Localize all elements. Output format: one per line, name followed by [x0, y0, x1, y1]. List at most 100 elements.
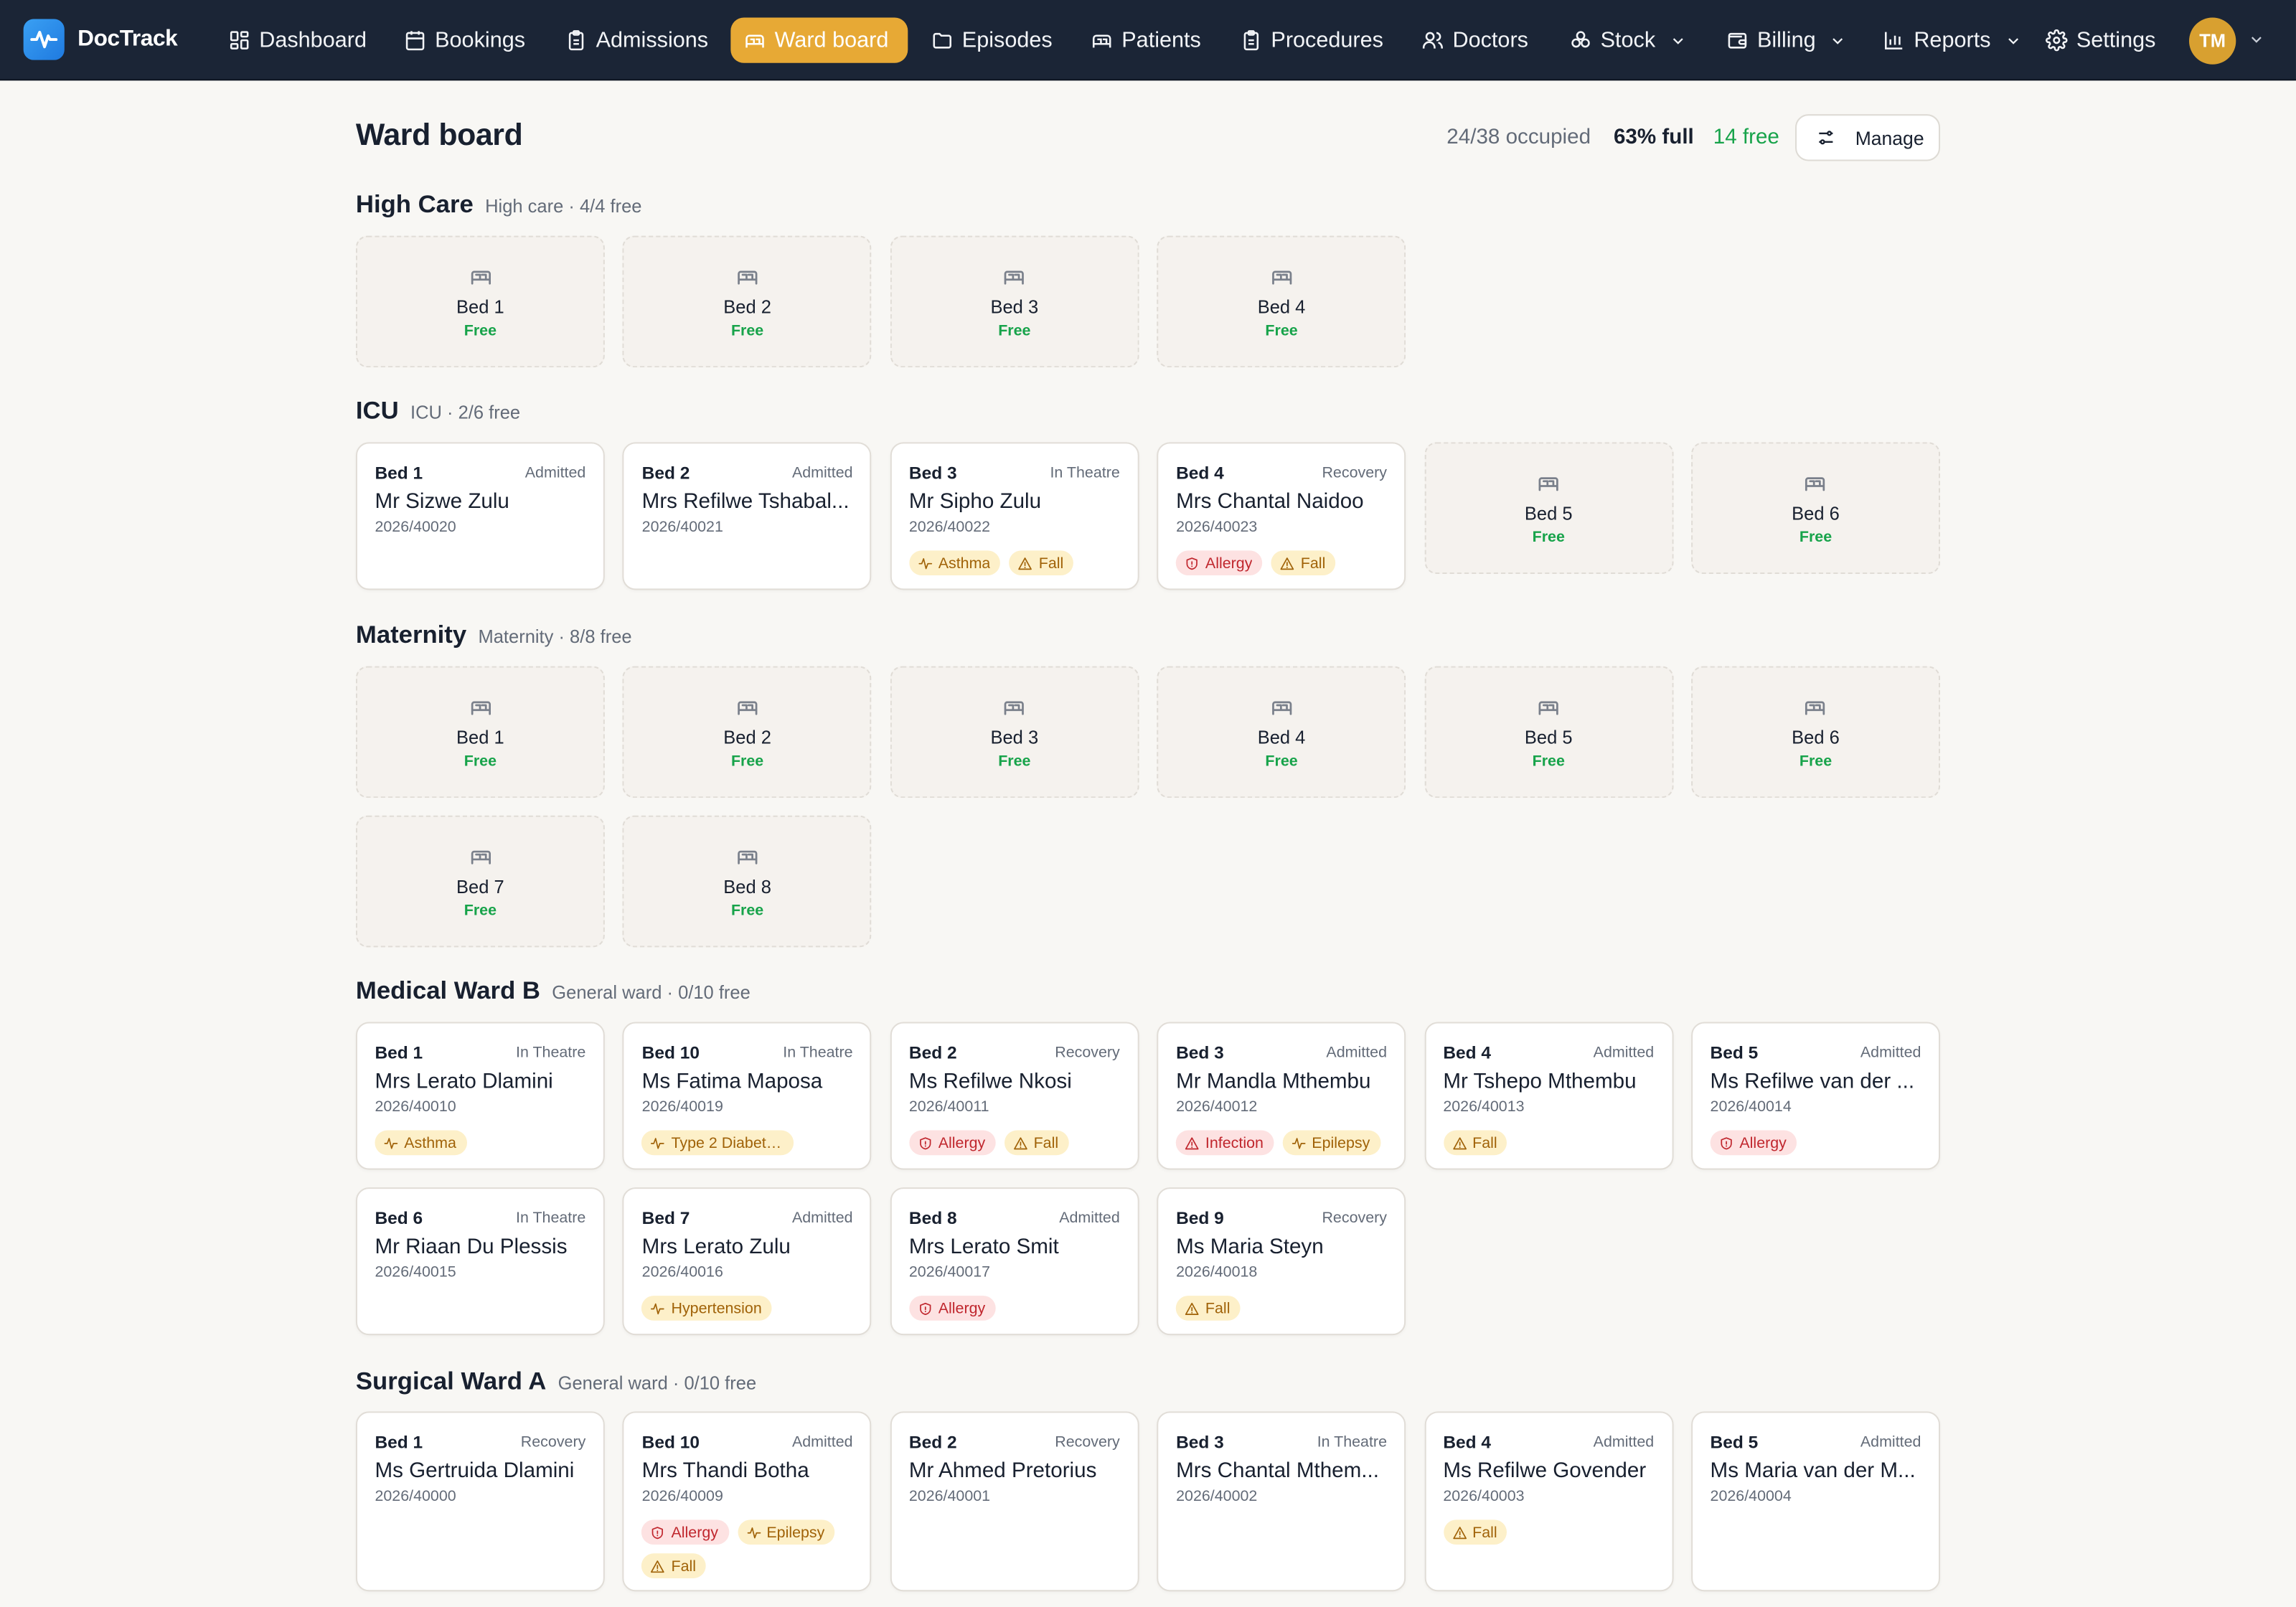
bed-card-header: Bed 2 Admitted — [642, 463, 853, 484]
bed-card-header: Bed 9 Recovery — [1176, 1208, 1387, 1229]
alert-tag: Allergy — [1710, 1130, 1797, 1156]
bed-card-free[interactable]: Bed 5 Free — [1424, 666, 1673, 798]
bed-status: Free — [730, 752, 764, 770]
bed-label: Bed 7 — [641, 1207, 690, 1229]
bed-card-occupied[interactable]: Bed 3 In Theatre Mrs Chantal Mthem... 2026/… — [1157, 1411, 1406, 1592]
bed-card-occupied[interactable]: Bed 10 Admitted Mrs Thandi Botha 2026/40009… — [623, 1411, 872, 1592]
nav-billing[interactable]: Billing — [1713, 17, 1860, 62]
chevron-down-icon[interactable] — [2248, 31, 2265, 48]
bed-card-free[interactable]: Bed 3 Free — [890, 666, 1139, 798]
bed-label: Bed 8 — [908, 1207, 957, 1229]
nav-patients[interactable]: Patients — [1078, 17, 1214, 62]
bed-card-occupied[interactable]: Bed 4 Admitted Ms Refilwe Govender 2026/400… — [1424, 1411, 1673, 1592]
user-avatar[interactable]: TM — [2188, 17, 2236, 65]
bed-card-occupied[interactable]: Bed 10 In Theatre Ms Fatima Maposa 2026/400… — [623, 1022, 872, 1170]
patient-name: Mr Sizwe Zulu — [375, 490, 509, 514]
bed-card-free[interactable]: Bed 4 Free — [1157, 235, 1406, 368]
bed-card-free[interactable]: Bed 4 Free — [1157, 666, 1406, 798]
bed-card-free[interactable]: Bed 8 Free — [623, 815, 872, 948]
nav-bookings[interactable]: Bookings — [391, 17, 539, 62]
bed-label: Bed 3 — [1176, 1042, 1224, 1063]
bed-card-free[interactable]: Bed 6 Free — [1691, 666, 1940, 798]
nav-doctors[interactable]: Doctors — [1408, 17, 1541, 62]
alert-tags: Asthma Fall — [908, 550, 1120, 576]
bed-card-occupied[interactable]: Bed 9 Recovery Ms Maria Steyn 2026/40018 Fal… — [1157, 1187, 1406, 1336]
episode-number: 2026/40003 — [1443, 1487, 1525, 1505]
bed-status: Recovery — [520, 1433, 586, 1451]
bed-grid-surgical-ward-a: Bed 1 Recovery Ms Gertruida Dlamini 2026/40… — [355, 1411, 1940, 1592]
pulse-icon — [384, 1137, 398, 1149]
bed-card-occupied[interactable]: Bed 3 In Theatre Mr Sipho Zulu 2026/40022 As… — [890, 442, 1139, 590]
bed-status: Admitted — [791, 463, 853, 482]
nav-procedures[interactable]: Procedures — [1227, 17, 1396, 62]
episode-number: 2026/40001 — [908, 1487, 991, 1505]
bed-label: Bed 3 — [908, 462, 957, 484]
bed-icon — [737, 270, 758, 285]
bed-card-free[interactable]: Bed 1 Free — [355, 666, 605, 798]
app-logo[interactable]: DocTrack — [23, 19, 178, 60]
bed-card-header: Bed 5 Admitted — [1711, 1042, 1921, 1063]
bed-card-free[interactable]: Bed 6 Free — [1691, 442, 1940, 574]
bed-card-occupied[interactable]: Bed 1 Admitted Mr Sizwe Zulu 2026/40020 — [355, 442, 605, 590]
episode-number: 2026/40022 — [908, 518, 991, 536]
nav-settings[interactable]: Settings — [2033, 17, 2169, 62]
bed-card-occupied[interactable]: Bed 2 Recovery Mr Ahmed Pretorius 2026/4000… — [890, 1411, 1139, 1592]
bed-card-free[interactable]: Bed 7 Free — [355, 815, 605, 948]
warning-icon — [1452, 1526, 1467, 1539]
bed-label: Bed 5 — [1524, 504, 1573, 524]
bed-icon — [1271, 701, 1292, 715]
nav-reports[interactable]: Reports — [1870, 17, 2035, 62]
pulse-icon — [746, 1527, 761, 1538]
bed-card-occupied[interactable]: Bed 2 Admitted Mrs Refilwe Tshabal... 2026/… — [623, 442, 872, 590]
episode-number: 2026/40023 — [1176, 518, 1258, 536]
nav-stock[interactable]: Stock — [1556, 17, 1699, 62]
alert-tag-label: Infection — [1205, 1134, 1264, 1152]
patient-name: Mrs Chantal Mthem... — [1176, 1459, 1379, 1484]
bed-card-occupied[interactable]: Bed 3 Admitted Mr Mandla Mthembu 2026/40012… — [1157, 1022, 1406, 1170]
bed-card-free[interactable]: Bed 2 Free — [623, 666, 872, 798]
nav-admissions[interactable]: Admissions — [552, 17, 721, 62]
bed-card-occupied[interactable]: Bed 2 Recovery Ms Refilwe Nkosi 2026/40011 A… — [890, 1022, 1139, 1170]
bed-card-occupied[interactable]: Bed 4 Admitted Mr Tshepo Mthembu 2026/40013… — [1424, 1022, 1673, 1170]
bed-card-occupied[interactable]: Bed 4 Recovery Mrs Chantal Naidoo 2026/4002… — [1157, 442, 1406, 590]
bed-label: Bed 4 — [1443, 1042, 1492, 1063]
alert-tag: Fall — [1443, 1130, 1507, 1156]
bed-status: Recovery — [1322, 1209, 1387, 1227]
nav-label: Episodes — [961, 27, 1053, 53]
nav-label: Stock — [1600, 27, 1656, 53]
nav-ward-board[interactable]: Ward board — [730, 17, 908, 63]
bed-card-free[interactable]: Bed 1 Free — [355, 235, 605, 368]
bed-card-free[interactable]: Bed 5 Free — [1424, 442, 1673, 574]
bed-card-occupied[interactable]: Bed 8 Admitted Mrs Lerato Smit 2026/40017 Al… — [890, 1187, 1139, 1336]
manage-button[interactable]: Manage — [1795, 114, 1941, 161]
bed-label: Bed 9 — [1176, 1207, 1224, 1229]
bed-card-occupied[interactable]: Bed 1 Recovery Ms Gertruida Dlamini 2026/40… — [355, 1411, 605, 1592]
bed-card-occupied[interactable]: Bed 5 Admitted Ms Refilwe van der ... 2026/… — [1691, 1022, 1940, 1170]
alert-tag-label: Fall — [1038, 554, 1064, 572]
nav-label: Settings — [2076, 27, 2156, 53]
users-icon — [1422, 32, 1443, 49]
bed-card-occupied[interactable]: Bed 7 Admitted Mrs Lerato Zulu 2026/40016 Hy… — [623, 1187, 872, 1336]
bed-card-header: Bed 5 Admitted — [1711, 1432, 1921, 1453]
bed-card-free[interactable]: Bed 3 Free — [890, 235, 1139, 368]
bed-label: Bed 2 — [723, 727, 771, 748]
alert-tag-label: Fall — [1472, 1523, 1497, 1541]
nav-dashboard[interactable]: Dashboard — [215, 17, 380, 62]
nav-episodes[interactable]: Episodes — [918, 17, 1066, 62]
alert-tags: Fall — [1443, 1519, 1654, 1545]
episode-number: 2026/40019 — [641, 1098, 723, 1116]
bed-card-free[interactable]: Bed 2 Free — [623, 235, 872, 368]
bed-card-header: Bed 6 In Theatre — [375, 1208, 585, 1229]
bed-label: Bed 1 — [375, 1431, 423, 1453]
alert-tag: Fall — [1443, 1519, 1507, 1545]
bed-status: Free — [1532, 528, 1565, 547]
bed-card-occupied[interactable]: Bed 6 In Theatre Mr Riaan Du Plessis 2026/4… — [355, 1187, 605, 1336]
bed-status: Admitted — [1860, 1044, 1921, 1062]
alert-tag: Allergy — [908, 1296, 996, 1321]
bed-card-occupied[interactable]: Bed 1 In Theatre Mrs Lerato Dlamini 2026/40… — [355, 1022, 605, 1170]
bed-status: Free — [1799, 528, 1832, 547]
alert-tags: Fall — [1176, 1296, 1387, 1321]
bed-card-occupied[interactable]: Bed 5 Admitted Ms Maria van der M... 2026/4… — [1691, 1411, 1940, 1592]
alert-tag: Hypertension — [641, 1296, 773, 1321]
bed-card-header: Bed 4 Admitted — [1443, 1432, 1654, 1453]
